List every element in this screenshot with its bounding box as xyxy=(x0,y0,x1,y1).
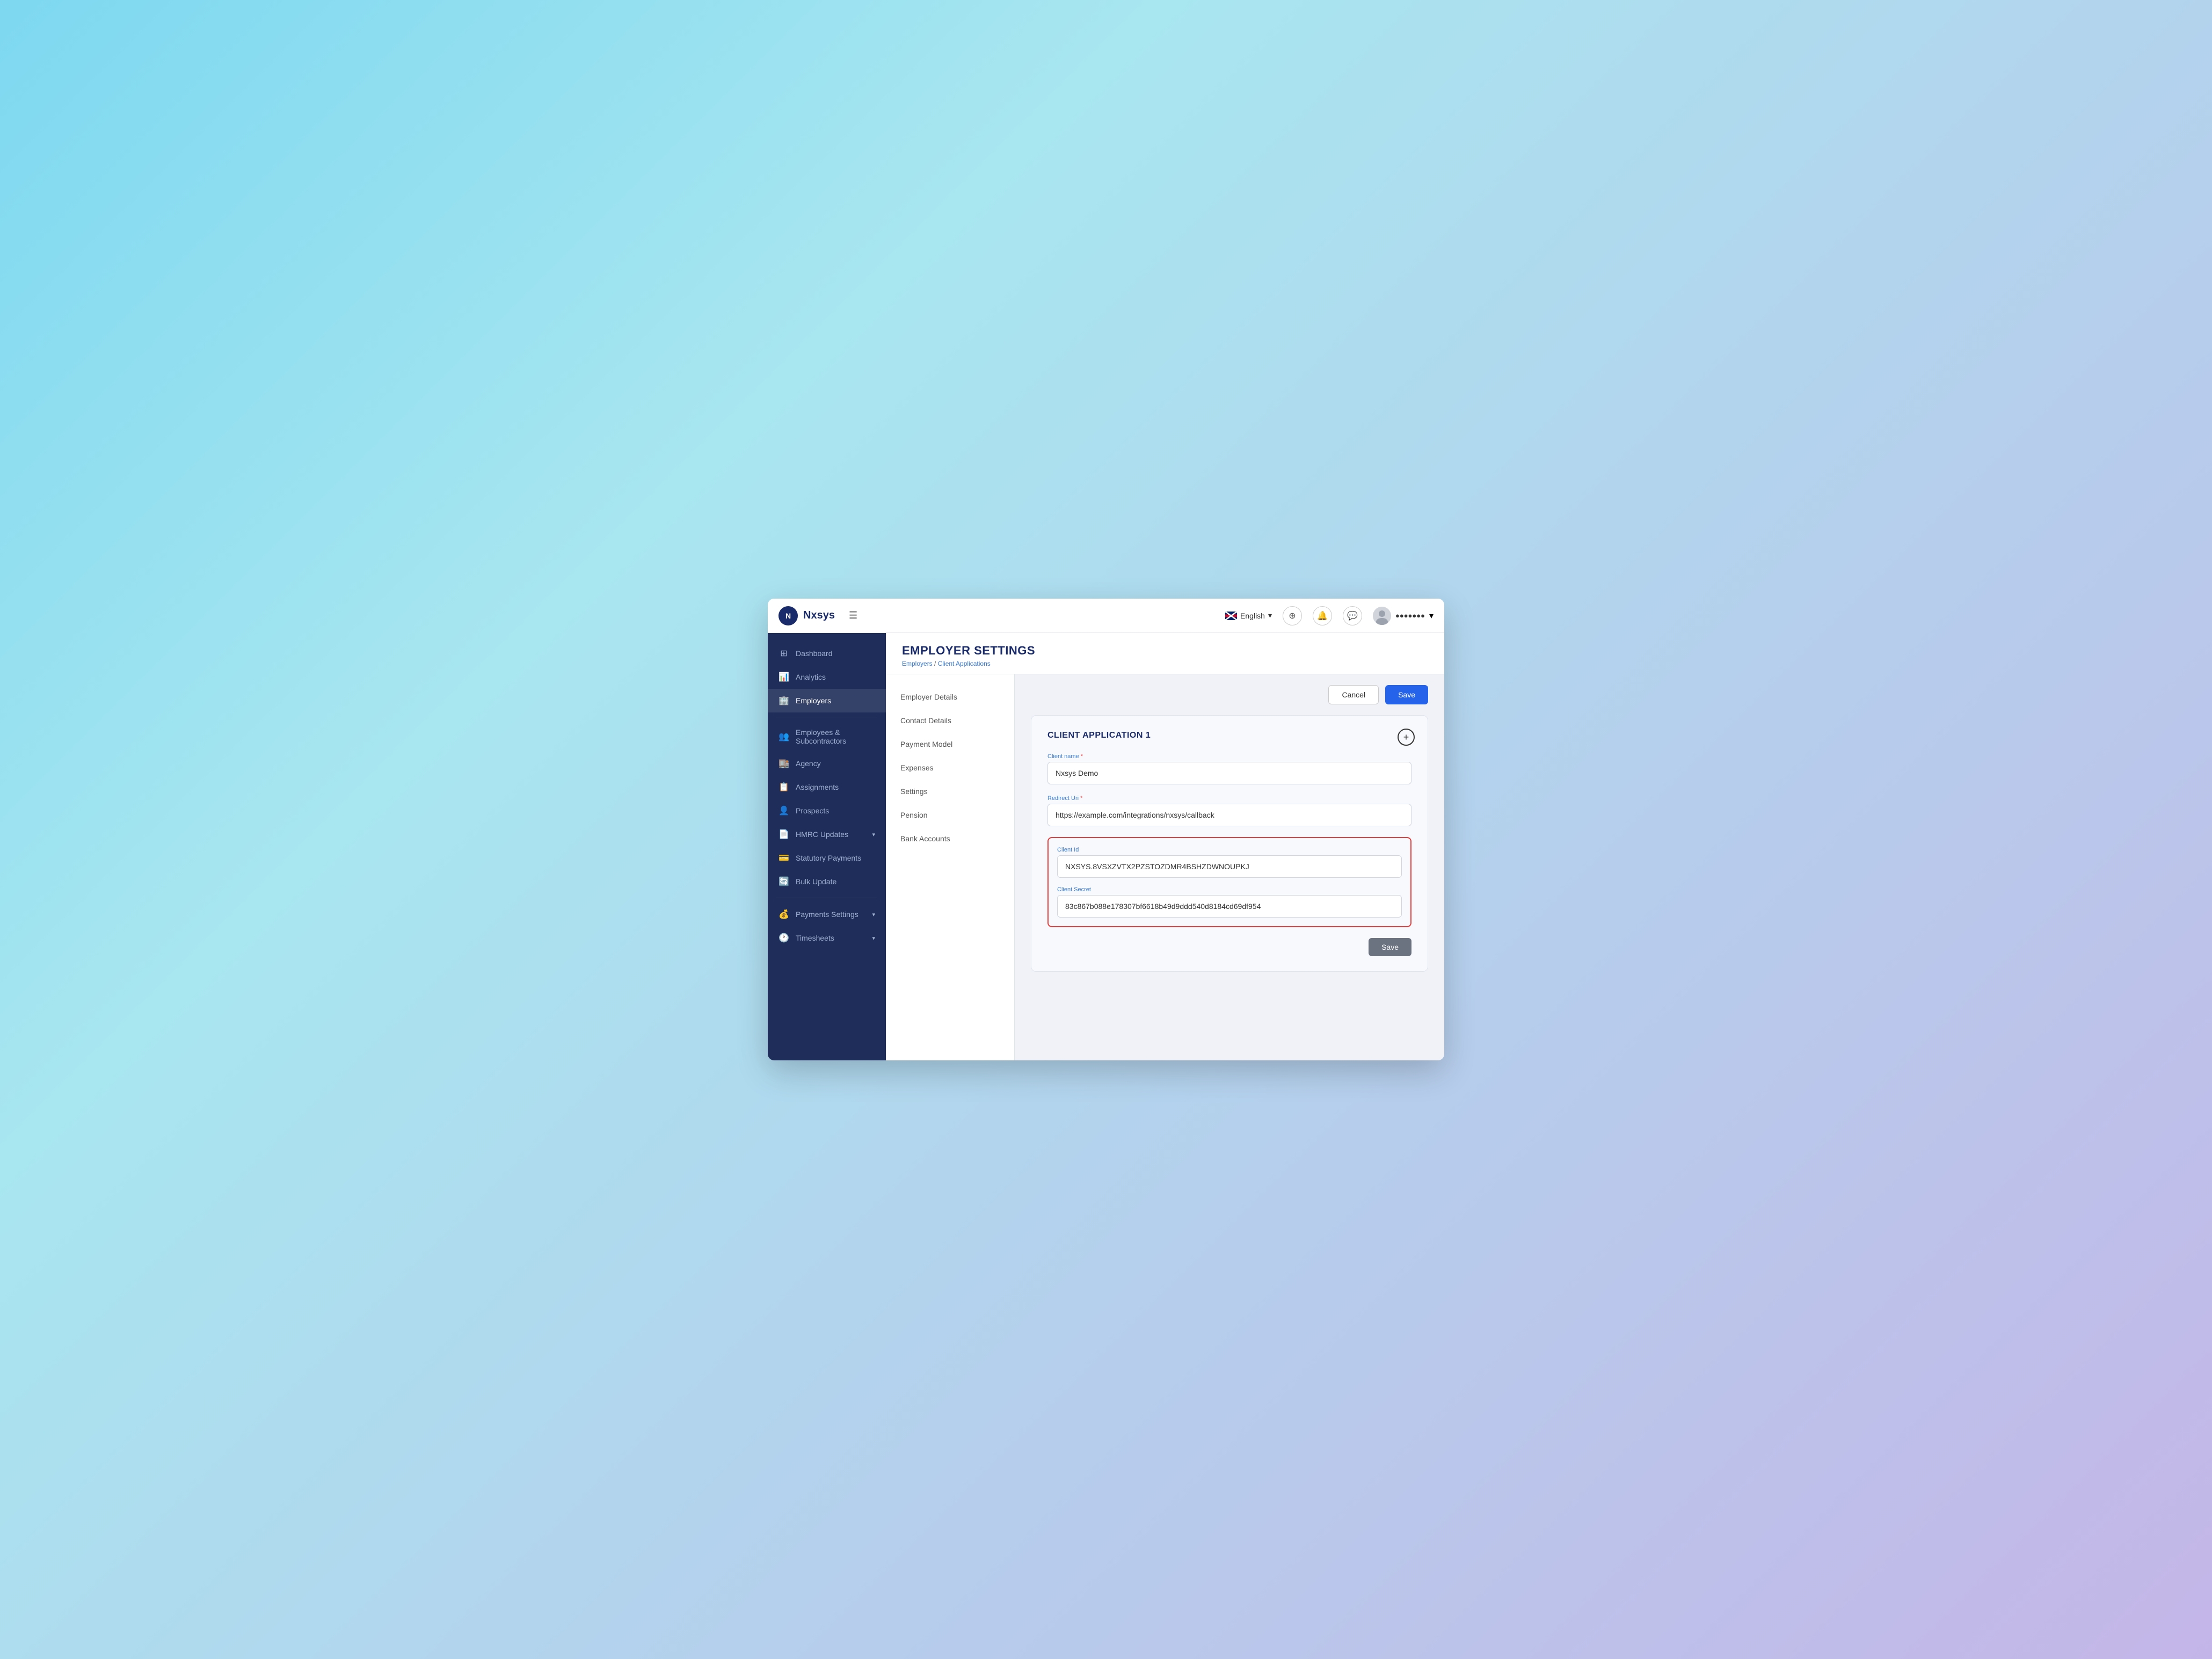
language-label: English xyxy=(1240,612,1265,620)
breadcrumb-separator: / xyxy=(934,660,938,667)
sidebar-label-dashboard: Dashboard xyxy=(796,649,833,658)
sidebar-label-analytics: Analytics xyxy=(796,673,826,681)
payments-arrow-icon: ▾ xyxy=(872,911,875,918)
sidebar: ⊞ Dashboard 📊 Analytics 🏢 Employers 👥 Em… xyxy=(768,633,886,1060)
add-button[interactable]: ⊕ xyxy=(1283,606,1302,625)
client-name-label: Client name * xyxy=(1047,753,1411,760)
payments-icon: 💰 xyxy=(778,909,789,920)
breadcrumb: Employers / Client Applications xyxy=(902,660,1428,667)
highlighted-credentials-section: Client Id Client Secret xyxy=(1047,837,1411,927)
redirect-uri-group: Redirect Uri * xyxy=(1047,795,1411,826)
sidebar-item-employers[interactable]: 🏢 Employers xyxy=(768,689,886,712)
sidebar-label-agency: Agency xyxy=(796,759,821,768)
redirect-uri-input[interactable] xyxy=(1047,804,1411,826)
page-title: EMPLOYER SETTINGS xyxy=(902,644,1428,658)
client-id-label: Client Id xyxy=(1057,847,1402,853)
client-secret-label: Client Secret xyxy=(1057,886,1402,893)
save-button[interactable]: Save xyxy=(1385,685,1428,704)
flag-icon xyxy=(1225,612,1237,620)
form-area: Cancel Save CLIENT APPLICATION 1 + Clien… xyxy=(1015,674,1444,1060)
logo-text: Nxsys xyxy=(803,609,835,622)
required-indicator-2: * xyxy=(1080,795,1082,802)
client-application-title: CLIENT APPLICATION 1 xyxy=(1047,731,1411,740)
messages-icon[interactable]: 💬 xyxy=(1343,606,1362,625)
sidebar-item-agency[interactable]: 🏬 Agency xyxy=(768,752,886,775)
sidebar-label-prospects: Prospects xyxy=(796,806,829,815)
client-secret-group: Client Secret xyxy=(1057,886,1402,918)
assignments-icon: 📋 xyxy=(778,782,789,792)
subnav-payment-model[interactable]: Payment Model xyxy=(886,732,1014,756)
sidebar-label-bulk: Bulk Update xyxy=(796,877,836,886)
timesheets-icon: 🕐 xyxy=(778,933,789,943)
sidebar-item-employees[interactable]: 👥 Employees & Subcontractors xyxy=(768,722,886,752)
card-save-button[interactable]: Save xyxy=(1369,938,1411,956)
header-right: English ▾ ⊕ 🔔 💬 ●●●●●●● ▾ xyxy=(1225,606,1434,625)
client-id-input[interactable] xyxy=(1057,855,1402,878)
sidebar-label-payments: Payments Settings xyxy=(796,910,858,919)
subnav-settings[interactable]: Settings xyxy=(886,780,1014,803)
sidebar-item-timesheets[interactable]: 🕐 Timesheets ▾ xyxy=(768,926,886,950)
agency-icon: 🏬 xyxy=(778,758,789,769)
sidebar-item-analytics[interactable]: 📊 Analytics xyxy=(768,665,886,689)
user-chevron-icon: ▾ xyxy=(1429,610,1434,621)
page-body: Employer Details Contact Details Payment… xyxy=(886,674,1444,1060)
hmrc-arrow-icon: ▾ xyxy=(872,831,875,838)
redirect-uri-label: Redirect Uri * xyxy=(1047,795,1411,802)
username-label: ●●●●●●● xyxy=(1395,612,1425,620)
sidebar-label-hmrc: HMRC Updates xyxy=(796,830,848,839)
statutory-icon: 💳 xyxy=(778,853,789,863)
chevron-down-icon: ▾ xyxy=(1268,611,1272,620)
client-id-group: Client Id xyxy=(1057,847,1402,878)
language-selector[interactable]: English ▾ xyxy=(1225,611,1272,620)
analytics-icon: 📊 xyxy=(778,672,789,682)
content-area: EMPLOYER SETTINGS Employers / Client App… xyxy=(886,633,1444,1060)
logo-area: N Nxsys ☰ xyxy=(778,606,886,625)
logo-icon: N xyxy=(778,606,798,625)
breadcrumb-client-applications-link[interactable]: Client Applications xyxy=(938,660,991,667)
sidebar-item-dashboard[interactable]: ⊞ Dashboard xyxy=(768,642,886,665)
page-header: EMPLOYER SETTINGS Employers / Client App… xyxy=(886,633,1444,674)
cancel-button[interactable]: Cancel xyxy=(1328,685,1379,704)
prospects-icon: 👤 xyxy=(778,805,789,816)
avatar xyxy=(1373,607,1391,625)
main-layout: ⊞ Dashboard 📊 Analytics 🏢 Employers 👥 Em… xyxy=(768,633,1444,1060)
app-window: N Nxsys ☰ English ▾ ⊕ 🔔 💬 xyxy=(768,599,1444,1060)
employers-icon: 🏢 xyxy=(778,695,789,706)
client-application-card: CLIENT APPLICATION 1 + Client name * xyxy=(1031,715,1428,972)
sidebar-label-assignments: Assignments xyxy=(796,783,839,791)
sidebar-item-payments[interactable]: 💰 Payments Settings ▾ xyxy=(768,903,886,926)
employees-icon: 👥 xyxy=(778,731,789,742)
sidebar-item-statutory[interactable]: 💳 Statutory Payments xyxy=(768,846,886,870)
sidebar-label-employees: Employees & Subcontractors xyxy=(796,728,875,745)
timesheets-arrow-icon: ▾ xyxy=(872,935,875,942)
client-name-group: Client name * xyxy=(1047,753,1411,784)
subnav-expenses[interactable]: Expenses xyxy=(886,756,1014,780)
sidebar-item-prospects[interactable]: 👤 Prospects xyxy=(768,799,886,823)
subnav-contact-details[interactable]: Contact Details xyxy=(886,709,1014,732)
subnav-bank-accounts[interactable]: Bank Accounts xyxy=(886,827,1014,850)
subnav-pension[interactable]: Pension xyxy=(886,803,1014,827)
notifications-icon[interactable]: 🔔 xyxy=(1313,606,1332,625)
sidebar-item-bulk[interactable]: 🔄 Bulk Update xyxy=(768,870,886,893)
sidebar-item-assignments[interactable]: 📋 Assignments xyxy=(768,775,886,799)
user-menu[interactable]: ●●●●●●● ▾ xyxy=(1373,607,1434,625)
sidebar-label-employers: Employers xyxy=(796,696,831,705)
subnav-employer-details[interactable]: Employer Details xyxy=(886,685,1014,709)
card-save-row: Save xyxy=(1047,938,1411,956)
required-indicator: * xyxy=(1081,753,1083,760)
sidebar-label-statutory: Statutory Payments xyxy=(796,854,861,862)
top-actions: Cancel Save xyxy=(1031,685,1428,704)
hmrc-icon: 📄 xyxy=(778,829,789,840)
add-application-button[interactable]: + xyxy=(1398,729,1415,746)
bulk-icon: 🔄 xyxy=(778,876,789,887)
sub-navigation: Employer Details Contact Details Payment… xyxy=(886,674,1015,1060)
dashboard-icon: ⊞ xyxy=(778,648,789,659)
breadcrumb-employers-link[interactable]: Employers xyxy=(902,660,933,667)
header: N Nxsys ☰ English ▾ ⊕ 🔔 💬 xyxy=(768,599,1444,633)
sidebar-item-hmrc[interactable]: 📄 HMRC Updates ▾ xyxy=(768,823,886,846)
client-secret-input[interactable] xyxy=(1057,895,1402,918)
client-name-input[interactable] xyxy=(1047,762,1411,784)
sidebar-label-timesheets: Timesheets xyxy=(796,934,834,942)
hamburger-icon[interactable]: ☰ xyxy=(849,610,857,621)
